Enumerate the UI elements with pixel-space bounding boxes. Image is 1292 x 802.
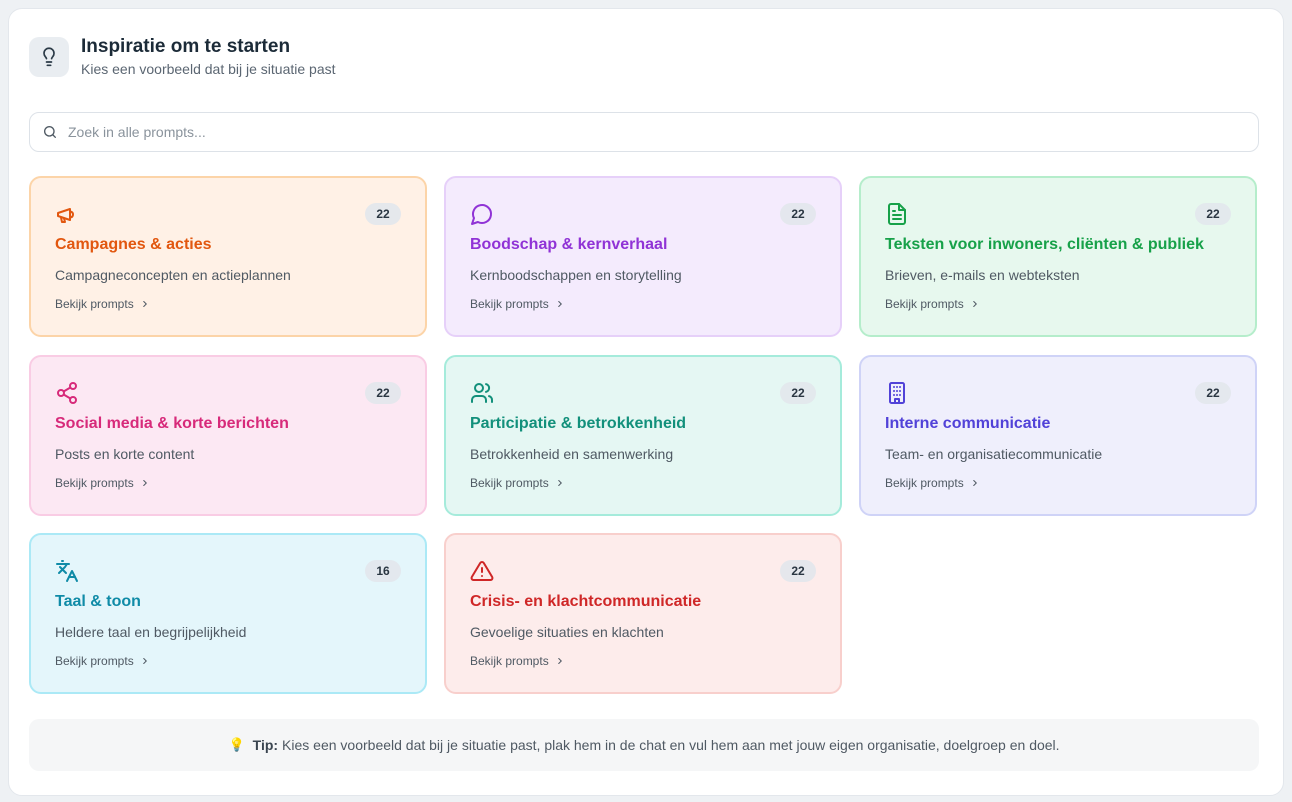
chevron-right-icon: [555, 299, 565, 309]
panel-header: Inspiratie om te starten Kies een voorbe…: [29, 36, 336, 78]
category-card-taal-toon[interactable]: 16 Taal & toon Heldere taal en begrijpel…: [29, 533, 427, 694]
tip-text: Kies een voorbeeld dat bij je situatie p…: [282, 737, 1060, 753]
warning-icon: [470, 559, 494, 583]
card-title: Campagnes & acties: [55, 236, 212, 253]
view-prompts-link[interactable]: Bekijk prompts: [470, 296, 565, 312]
view-prompts-label: Bekijk prompts: [885, 297, 964, 311]
prompt-count-badge: 16: [365, 560, 401, 582]
search-bar[interactable]: [29, 112, 1259, 152]
prompt-count-badge: 22: [1195, 203, 1231, 225]
view-prompts-label: Bekijk prompts: [470, 297, 549, 311]
card-title: Taal & toon: [55, 593, 141, 610]
card-title: Teksten voor inwoners, cliënten & publie…: [885, 236, 1204, 253]
chevron-right-icon: [555, 478, 565, 488]
chevron-right-icon: [140, 478, 150, 488]
lightbulb-emoji-icon: 💡: [228, 737, 245, 752]
card-description: Betrokkenheid en samenwerking: [470, 446, 674, 462]
card-description: Heldere taal en begrijpelijkheid: [55, 624, 247, 640]
card-description: Brieven, e-mails en webteksten: [885, 267, 1080, 283]
translate-icon: [55, 559, 79, 583]
inspiration-panel: Inspiratie om te starten Kies een voorbe…: [8, 8, 1284, 796]
category-card-participatie[interactable]: 22 Participatie & betrokkenheid Betrokke…: [444, 355, 842, 516]
document-icon: [885, 202, 909, 226]
megaphone-icon: [55, 202, 79, 226]
chevron-right-icon: [970, 478, 980, 488]
page-title: Inspiratie om te starten: [81, 36, 291, 57]
search-input[interactable]: [68, 124, 1218, 140]
prompt-count-badge: 22: [780, 203, 816, 225]
view-prompts-link[interactable]: Bekijk prompts: [55, 475, 150, 491]
card-title: Participatie & betrokkenheid: [470, 415, 687, 432]
prompt-count-badge: 22: [780, 560, 816, 582]
prompt-count-badge: 22: [365, 382, 401, 404]
category-card-boodschap[interactable]: 22 Boodschap & kernverhaal Kernboodschap…: [444, 176, 842, 337]
view-prompts-label: Bekijk prompts: [55, 476, 134, 490]
chevron-right-icon: [970, 299, 980, 309]
card-description: Campagneconcepten en actieplannen: [55, 267, 291, 283]
share-icon: [55, 381, 79, 405]
tip-banner: 💡 Tip: Kies een voorbeeld dat bij je sit…: [29, 719, 1259, 771]
view-prompts-link[interactable]: Bekijk prompts: [885, 296, 980, 312]
view-prompts-link[interactable]: Bekijk prompts: [470, 653, 565, 669]
category-card-social-media[interactable]: 22 Social media & korte berichten Posts …: [29, 355, 427, 516]
view-prompts-label: Bekijk prompts: [55, 297, 134, 311]
users-icon: [470, 381, 494, 405]
view-prompts-label: Bekijk prompts: [55, 654, 134, 668]
category-card-interne-communicatie[interactable]: 22 Interne communicatie Team- en organis…: [859, 355, 1257, 516]
page-subtitle: Kies een voorbeeld dat bij je situatie p…: [81, 61, 336, 77]
category-card-crisis[interactable]: 22 Crisis- en klachtcommunicatie Gevoeli…: [444, 533, 842, 694]
prompt-count-badge: 22: [365, 203, 401, 225]
category-card-teksten[interactable]: 22 Teksten voor inwoners, cliënten & pub…: [859, 176, 1257, 337]
card-title: Social media & korte berichten: [55, 415, 289, 432]
card-title: Boodschap & kernverhaal: [470, 236, 668, 253]
prompt-count-badge: 22: [780, 382, 816, 404]
view-prompts-link[interactable]: Bekijk prompts: [470, 475, 565, 491]
card-description: Posts en korte content: [55, 446, 195, 462]
view-prompts-label: Bekijk prompts: [470, 476, 549, 490]
view-prompts-label: Bekijk prompts: [885, 476, 964, 490]
lightbulb-icon: [29, 37, 69, 77]
view-prompts-label: Bekijk prompts: [470, 654, 549, 668]
view-prompts-link[interactable]: Bekijk prompts: [55, 296, 150, 312]
card-title: Crisis- en klachtcommunicatie: [470, 593, 702, 610]
chevron-right-icon: [555, 656, 565, 666]
chevron-right-icon: [140, 656, 150, 666]
chat-bubble-icon: [470, 202, 494, 226]
view-prompts-link[interactable]: Bekijk prompts: [55, 653, 150, 669]
view-prompts-link[interactable]: Bekijk prompts: [885, 475, 980, 491]
building-icon: [885, 381, 909, 405]
card-description: Kernboodschappen en storytelling: [470, 267, 682, 283]
search-icon: [42, 124, 58, 140]
card-description: Team- en organisatiecommunicatie: [885, 446, 1103, 462]
prompt-count-badge: 22: [1195, 382, 1231, 404]
tip-label: Tip:: [252, 737, 279, 753]
category-card-campagnes[interactable]: 22 Campagnes & acties Campagneconcepten …: [29, 176, 427, 337]
chevron-right-icon: [140, 299, 150, 309]
card-title: Interne communicatie: [885, 415, 1051, 432]
card-description: Gevoelige situaties en klachten: [470, 624, 664, 640]
